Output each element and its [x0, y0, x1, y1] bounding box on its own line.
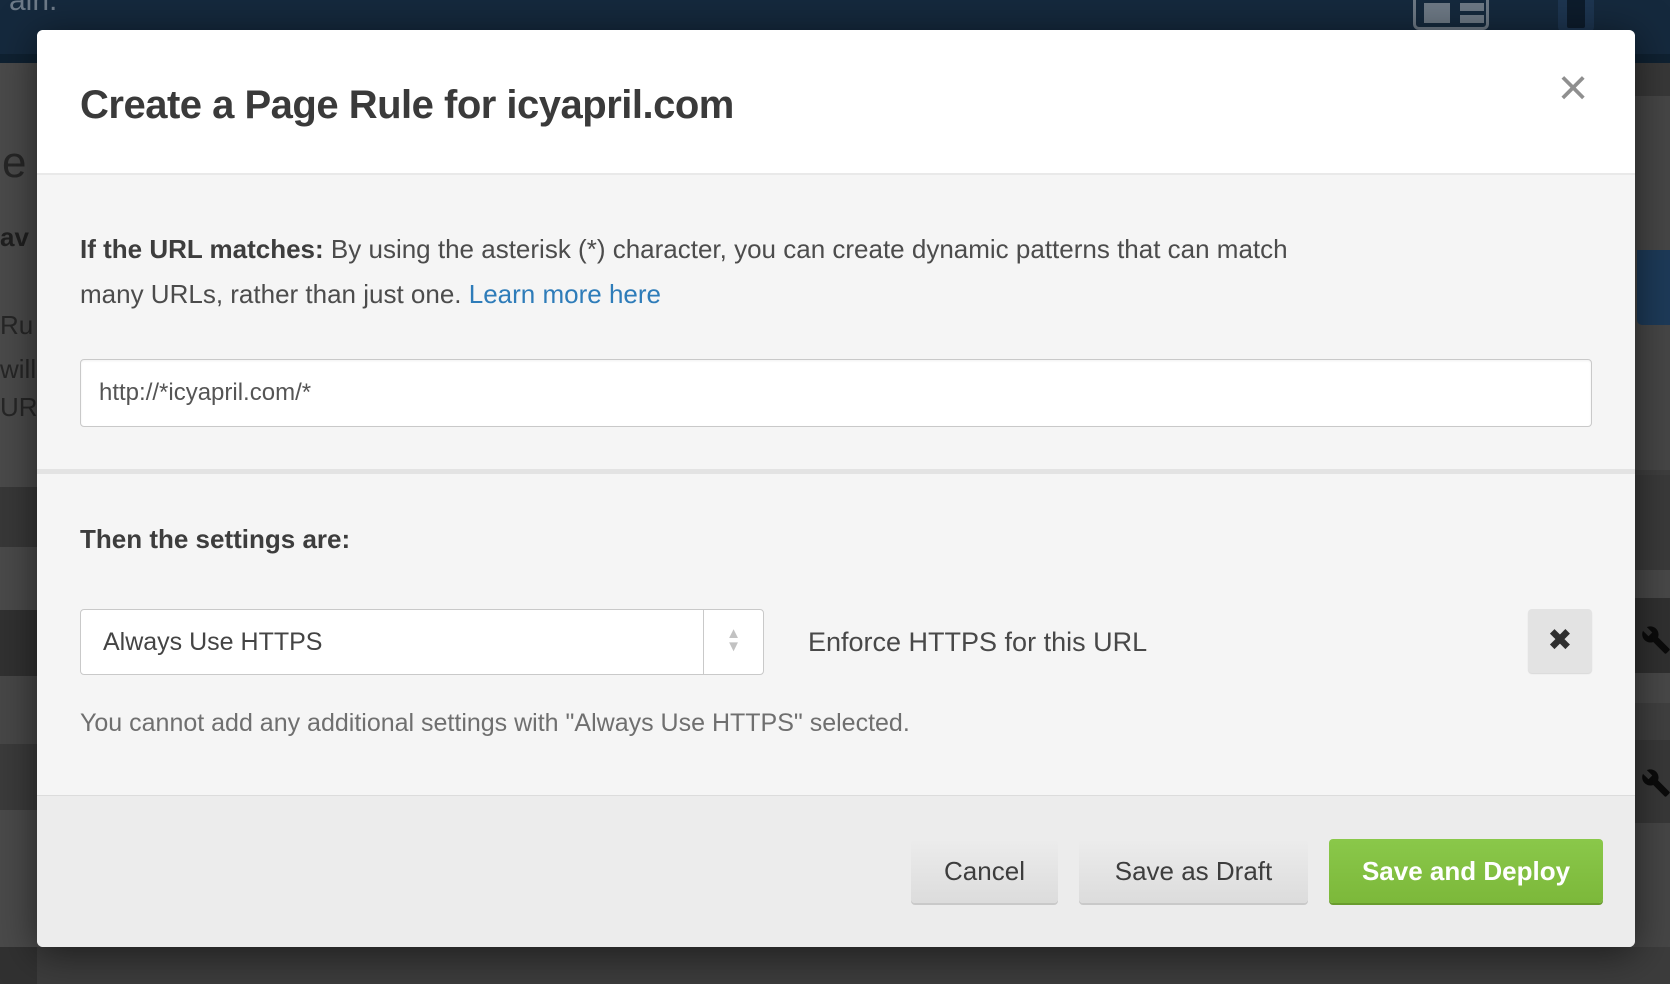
- create-page-rule-modal: Create a Page Rule for icyapril.com × If…: [37, 30, 1635, 947]
- wrench-icon: [1641, 625, 1670, 655]
- modal-header: Create a Page Rule for icyapril.com ×: [37, 30, 1635, 175]
- background-band: [1635, 703, 1670, 740]
- section-divider: [37, 469, 1635, 474]
- background-blue-button-fragment: [1637, 250, 1670, 325]
- select-stepper-icon[interactable]: ▲ ▼: [703, 610, 763, 674]
- close-icon[interactable]: ×: [1545, 60, 1601, 116]
- setting-select-value: Always Use HTTPS: [103, 610, 322, 674]
- background-band: [1635, 570, 1670, 598]
- screen: ain. e av Ru will UR Create a Page Rule …: [0, 0, 1670, 984]
- background-row: [0, 610, 37, 676]
- background-text-fragment: will: [0, 354, 36, 385]
- wrench-icon: [1641, 768, 1670, 798]
- background-band: [1635, 823, 1670, 947]
- background-text-fragment: UR: [0, 392, 38, 423]
- remove-icon: ✖: [1547, 624, 1572, 657]
- stepper-down-icon: ▼: [704, 640, 763, 653]
- setting-note: You cannot add any additional settings w…: [80, 709, 910, 738]
- url-match-text-line2: many URLs, rather than just one.: [80, 279, 462, 309]
- background-band: [1635, 475, 1670, 570]
- background-row: [0, 744, 37, 810]
- setting-select[interactable]: Always Use HTTPS ▲ ▼: [80, 609, 764, 675]
- learn-more-link[interactable]: Learn more here: [469, 279, 661, 309]
- url-match-description: If the URL matches: By using the asteris…: [80, 227, 1540, 317]
- background-table-header: [0, 487, 37, 547]
- background-bottom-strip: [0, 947, 37, 984]
- remove-setting-button[interactable]: ✖: [1528, 609, 1592, 673]
- layout-grid-icon: [1413, 0, 1489, 30]
- save-as-draft-button[interactable]: Save as Draft: [1079, 839, 1308, 903]
- panel-icon: [1558, 0, 1594, 32]
- modal-title: Create a Page Rule for icyapril.com: [80, 81, 734, 129]
- save-and-deploy-button[interactable]: Save and Deploy: [1329, 839, 1603, 903]
- background-band: [1635, 63, 1670, 96]
- setting-description: Enforce HTTPS for this URL: [808, 609, 1147, 675]
- background-bottom-strip: [0, 947, 1670, 984]
- background-band: [1635, 673, 1670, 703]
- navbar-text-fragment: ain.: [9, 0, 57, 18]
- background-text-fragment: e: [2, 138, 26, 188]
- url-match-text-line1: By using the asterisk (*) character, you…: [331, 234, 1288, 264]
- url-pattern-input[interactable]: [80, 359, 1592, 427]
- background-text-fragment: av: [0, 222, 29, 253]
- url-match-label: If the URL matches:: [80, 234, 324, 264]
- settings-label: Then the settings are:: [80, 524, 350, 555]
- background-text-fragment: Ru: [0, 310, 33, 341]
- modal-footer: Cancel Save as Draft Save and Deploy: [37, 795, 1635, 947]
- background-row: [0, 676, 37, 744]
- cancel-button[interactable]: Cancel: [911, 839, 1058, 903]
